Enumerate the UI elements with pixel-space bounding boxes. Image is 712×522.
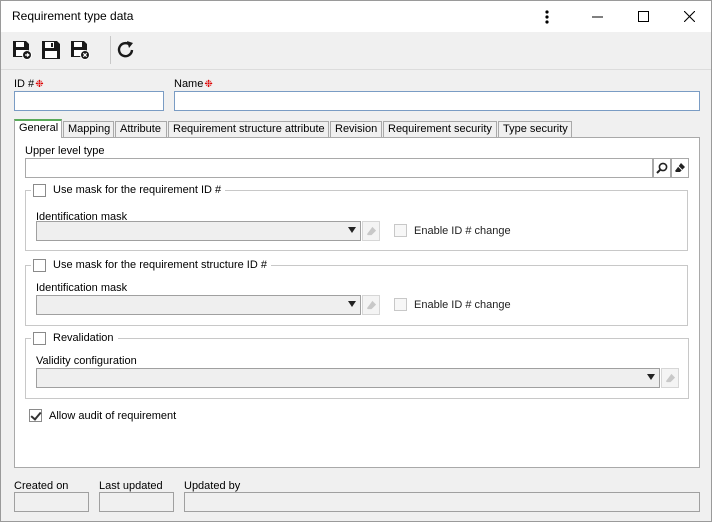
close-button[interactable] xyxy=(666,1,712,32)
refresh-button[interactable] xyxy=(114,38,138,62)
save-and-new-button[interactable] xyxy=(10,38,34,62)
clear-button[interactable] xyxy=(671,158,689,178)
search-icon xyxy=(656,162,668,174)
eraser-icon xyxy=(366,226,376,235)
save-button[interactable] xyxy=(39,38,63,62)
mask-group-caption[interactable]: Use mask for the requirement ID # xyxy=(31,183,226,197)
name-label-text: Name xyxy=(174,78,204,90)
required-mark: ❉ xyxy=(35,79,44,90)
close-icon xyxy=(683,11,695,22)
use-structure-mask-checkbox[interactable] xyxy=(33,258,46,272)
allow-audit[interactable]: Allow audit of requirement xyxy=(29,409,176,422)
tab-type-security[interactable]: Type security xyxy=(498,121,572,138)
validity-clear-button[interactable] xyxy=(661,368,679,388)
eraser-icon xyxy=(366,300,376,309)
created-on-label: Created on xyxy=(14,480,69,492)
created-on-field xyxy=(14,492,89,512)
window-menu-button[interactable] xyxy=(524,1,570,32)
name-input[interactable] xyxy=(174,91,700,111)
name-label: Name❉ xyxy=(174,78,213,90)
general-tab-panel: Upper level type Identification mask Ena… xyxy=(14,137,700,468)
maximize-icon xyxy=(637,11,649,22)
enable-id-change-checkbox[interactable] xyxy=(394,224,407,237)
refresh-icon xyxy=(117,41,134,58)
chevron-down-icon xyxy=(348,301,356,307)
upper-level-type-label: Upper level type xyxy=(25,145,105,157)
save-and-close-button[interactable] xyxy=(68,38,92,62)
minimize-icon xyxy=(591,16,603,18)
title-bar: Requirement type data xyxy=(1,1,711,32)
enable-id-change[interactable]: Enable ID # change xyxy=(394,224,511,237)
revalidation-label: Revalidation xyxy=(53,332,114,344)
validity-configuration-select[interactable] xyxy=(36,368,660,388)
validity-configuration-label: Validity configuration xyxy=(36,355,137,367)
dialog-window: Requirement type data ID #❉ Name❉ Genera… xyxy=(0,0,712,522)
updated-by-label: Updated by xyxy=(184,480,241,492)
use-mask-checkbox[interactable] xyxy=(33,183,46,197)
eraser-icon xyxy=(665,373,675,382)
search-button[interactable] xyxy=(653,158,671,178)
window-title: Requirement type data xyxy=(12,9,134,23)
mask-clear-button[interactable] xyxy=(362,221,380,241)
upper-level-type-input[interactable] xyxy=(25,158,653,178)
last-updated-field xyxy=(99,492,174,512)
minimize-button[interactable] xyxy=(574,1,620,32)
structure-mask-clear-button[interactable] xyxy=(362,295,380,315)
use-structure-mask-label: Use mask for the requirement structure I… xyxy=(53,259,267,271)
revalidation-group-caption[interactable]: Revalidation xyxy=(31,331,118,345)
chevron-down-icon xyxy=(348,227,356,233)
revalidation-checkbox[interactable] xyxy=(33,331,46,345)
toolbar-separator xyxy=(110,36,111,64)
toolbar xyxy=(1,32,711,70)
identification-mask-select[interactable] xyxy=(36,221,361,241)
structure-identification-mask-select[interactable] xyxy=(36,295,361,315)
use-mask-label: Use mask for the requirement ID # xyxy=(53,184,222,196)
revalidation-group: Validity configuration xyxy=(25,338,689,399)
structure-enable-id-change[interactable]: Enable ID # change xyxy=(394,298,511,311)
tab-general[interactable]: General xyxy=(14,119,62,138)
enable-id-change-label: Enable ID # change xyxy=(414,224,511,237)
tab-mapping[interactable]: Mapping xyxy=(63,121,114,138)
structure-enable-id-change-label: Enable ID # change xyxy=(414,298,511,311)
tab-requirement-security[interactable]: Requirement security xyxy=(383,121,497,138)
structure-mask-group: Identification mask Enable ID # change xyxy=(25,265,688,326)
tab-attribute[interactable]: Attribute xyxy=(115,121,167,138)
structure-identification-mask-label: Identification mask xyxy=(36,282,128,294)
chevron-down-icon xyxy=(647,374,655,380)
mask-group: Identification mask Enable ID # change xyxy=(25,190,688,251)
structure-mask-group-caption[interactable]: Use mask for the requirement structure I… xyxy=(31,258,271,272)
save-and-new-icon xyxy=(13,41,32,60)
eraser-icon xyxy=(675,163,685,172)
last-updated-label: Last updated xyxy=(99,480,163,492)
id-label-text: ID # xyxy=(14,78,35,90)
updated-by-field xyxy=(184,492,700,512)
id-input[interactable] xyxy=(14,91,164,111)
save-icon xyxy=(42,41,60,59)
tab-revision[interactable]: Revision xyxy=(330,121,382,138)
save-and-close-icon xyxy=(71,41,90,60)
allow-audit-label: Allow audit of requirement xyxy=(49,409,177,422)
vertical-ellipsis-icon xyxy=(545,9,549,24)
id-label: ID #❉ xyxy=(14,78,44,90)
required-mark: ❉ xyxy=(204,79,213,90)
allow-audit-checkbox[interactable] xyxy=(29,409,42,422)
maximize-button[interactable] xyxy=(620,1,666,32)
tab-requirement-structure-attribute[interactable]: Requirement structure attribute xyxy=(168,121,329,138)
structure-enable-id-change-checkbox[interactable] xyxy=(394,298,407,311)
